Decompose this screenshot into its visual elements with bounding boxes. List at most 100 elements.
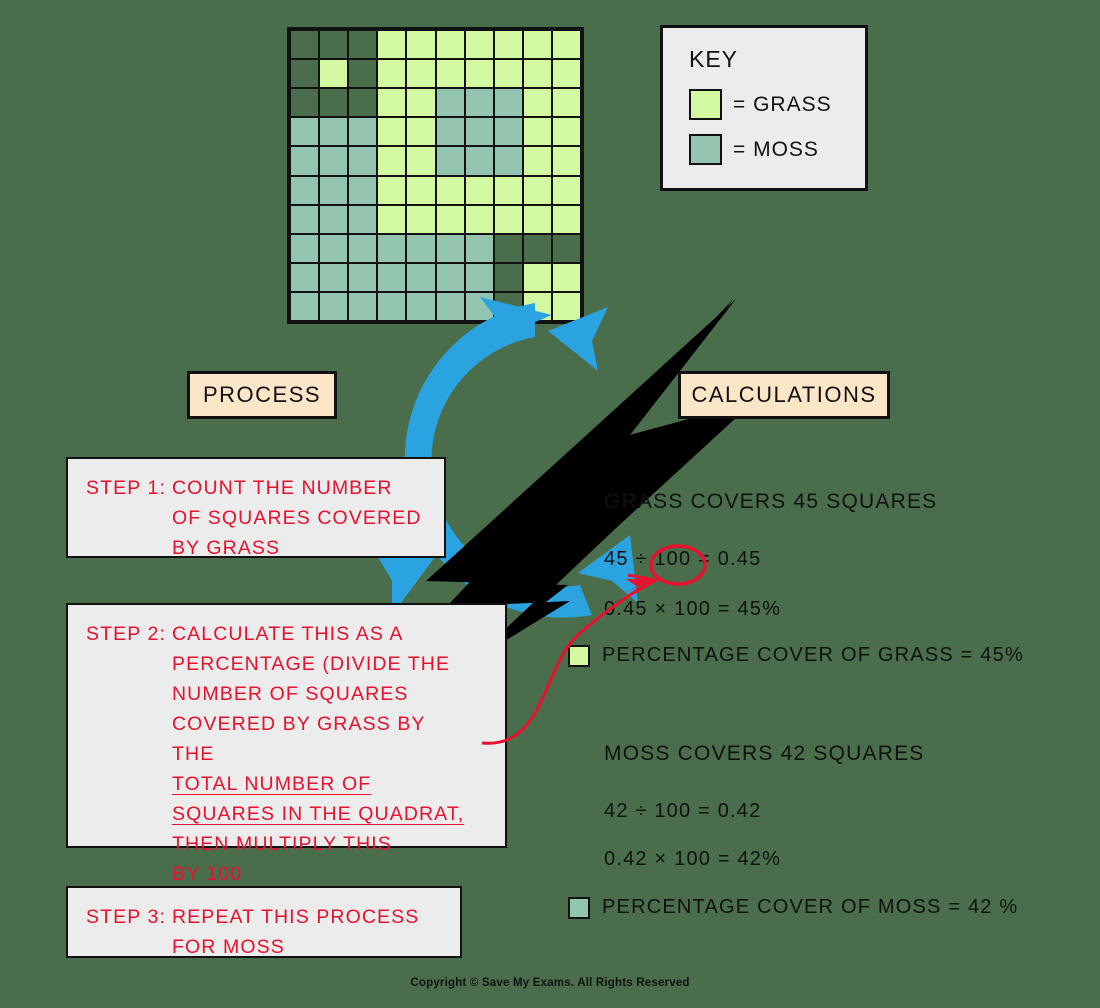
quadrat-cell-7-6 (435, 204, 465, 234)
quadrat-cell-9-3 (348, 262, 378, 292)
step-1-box: STEP 1: COUNT THE NUMBER OF SQUARES COVERE… (66, 457, 446, 559)
quadrat-cell-5-9 (522, 146, 552, 176)
quadrat-cell-5-3 (348, 146, 378, 176)
moss-result-label: PERCENTAGE COVER OF MOSS = 42 % (602, 896, 1019, 918)
calculations-header-pill: CALCULATIONS (678, 371, 890, 419)
quadrat-cell-7-4 (377, 204, 407, 234)
quadrat-cell-10-8 (493, 291, 523, 321)
quadrat-cell-2-9 (522, 59, 552, 89)
moss-result-row: PERCENTAGE COVER OF MOSS = 42 % (568, 896, 1018, 919)
key-legend-box: KEY = GRASS = MOSS (660, 25, 868, 191)
step-line: BY 100 (172, 863, 243, 885)
quadrat-cell-8-8 (493, 233, 523, 263)
quadrat-cell-9-7 (464, 262, 494, 292)
quadrat-cell-4-8 (493, 117, 523, 147)
quadrat-cell-10-2 (319, 291, 349, 321)
quadrat-cell-4-7 (464, 117, 494, 147)
quadrat-cell-5-6 (435, 146, 465, 176)
quadrat-cell-1-7 (464, 30, 494, 60)
quadrat-cell-9-4 (377, 262, 407, 292)
quadrat-cell-6-4 (377, 175, 407, 205)
step-1-text: COUNT THE NUMBER OF SQUARES COVERED BY GRA… (172, 473, 422, 563)
quadrat-cell-8-5 (406, 233, 436, 263)
step-line: CALCULATE THIS AS A (172, 623, 404, 645)
quadrat-cell-10-10 (551, 291, 581, 321)
quadrat-cell-3-1 (290, 88, 320, 118)
quadrat-cell-8-9 (522, 233, 552, 263)
quadrat-cell-5-1 (290, 146, 320, 176)
quadrat-cell-10-3 (348, 291, 378, 321)
key-item-grass: = GRASS (689, 89, 865, 120)
quadrat-cell-7-7 (464, 204, 494, 234)
step-line: OF SQUARES COVERED (172, 507, 422, 529)
quadrat-cell-8-10 (551, 233, 581, 263)
moss-equation-1: 42 ÷ 100 = 0.42 (604, 800, 762, 822)
quadrat-cell-7-2 (319, 204, 349, 234)
step-line: THE (172, 743, 215, 765)
quadrat-cell-5-2 (319, 146, 349, 176)
quadrat-cell-4-6 (435, 117, 465, 147)
quadrat-cell-9-2 (319, 262, 349, 292)
quadrat-cell-2-1 (290, 59, 320, 89)
quadrat-cell-6-7 (464, 175, 494, 205)
grass-result-row: PERCENTAGE COVER OF GRASS = 45% (568, 644, 1024, 667)
quadrat-cell-6-1 (290, 175, 320, 205)
quadrat-cell-2-8 (493, 59, 523, 89)
quadrat-cell-10-5 (406, 291, 436, 321)
quadrat-cell-3-6 (435, 88, 465, 118)
step-line: NUMBER OF SQUARES (172, 683, 409, 705)
step-line: COVERED BY GRASS BY (172, 713, 426, 735)
moss-result-swatch (568, 896, 590, 919)
quadrat-cell-6-9 (522, 175, 552, 205)
quadrat-cell-6-2 (319, 175, 349, 205)
quadrat-cell-2-6 (435, 59, 465, 89)
quadrat-cell-3-10 (551, 88, 581, 118)
annotation-arrow-head (622, 579, 656, 593)
step-line: SQUARES IN THE QUADRAT, (172, 803, 465, 825)
grass-equation-2: 0.45 × 100 = 45% (604, 598, 782, 620)
quadrat-cell-8-2 (319, 233, 349, 263)
calculations-header-label: CALCULATIONS (691, 382, 877, 407)
quadrat-cell-9-10 (551, 262, 581, 292)
key-item-moss-label: = MOSS (733, 137, 819, 161)
quadrat-cell-9-5 (406, 262, 436, 292)
quadrat-cell-10-1 (290, 291, 320, 321)
quadrat-cell-10-9 (522, 291, 552, 321)
quadrat-cell-1-9 (522, 30, 552, 60)
quadrat-cell-9-6 (435, 262, 465, 292)
moss-color-swatch (689, 134, 722, 165)
quadrat-cell-4-10 (551, 117, 581, 147)
quadrat-cell-6-6 (435, 175, 465, 205)
quadrat-cell-6-5 (406, 175, 436, 205)
quadrat-cell-2-4 (377, 59, 407, 89)
quadrat-cell-1-8 (493, 30, 523, 60)
step-line: REPEAT THIS PROCESS (172, 906, 420, 928)
quadrat-cell-3-9 (522, 88, 552, 118)
key-title: KEY (689, 46, 739, 72)
quadrat-cell-3-3 (348, 88, 378, 118)
quadrat-cell-1-2 (319, 30, 349, 60)
copyright-footer: Copyright © Save My Exams. All Rights Re… (410, 977, 690, 989)
step-3-box: STEP 3: REPEAT THIS PROCESS FOR MOSS (66, 886, 462, 958)
quadrat-cell-8-1 (290, 233, 320, 263)
step-line: THEN MULTIPLY THIS (172, 833, 392, 855)
step-1-label: STEP 1: (86, 477, 166, 499)
step-line: BY GRASS (172, 537, 281, 559)
quadrat-cell-6-10 (551, 175, 581, 205)
quadrat-cell-1-4 (377, 30, 407, 60)
quadrat-cell-9-9 (522, 262, 552, 292)
annotation-arrow-barb (627, 573, 661, 597)
quadrat-cell-3-7 (464, 88, 494, 118)
process-header-pill: PROCESS (187, 371, 337, 419)
quadrat-cell-8-4 (377, 233, 407, 263)
quadrat-cell-7-5 (406, 204, 436, 234)
key-item-grass-label: = GRASS (733, 92, 832, 116)
quadrat-cell-1-10 (551, 30, 581, 60)
step-2-box: STEP 2: CALCULATE THIS AS A PERCENTAGE (DI… (66, 603, 507, 885)
quadrat-cell-4-5 (406, 117, 436, 147)
quadrat-cell-4-3 (348, 117, 378, 147)
quadrat-cell-5-5 (406, 146, 436, 176)
step-line: PERCENTAGE (DIVIDE THE (172, 653, 451, 675)
step-2-text: CALCULATE THIS AS A PERCENTAGE (DIVIDE TH… (172, 619, 464, 889)
grass-equation-1: 45 ÷ 100 = 0.45 (604, 548, 762, 570)
